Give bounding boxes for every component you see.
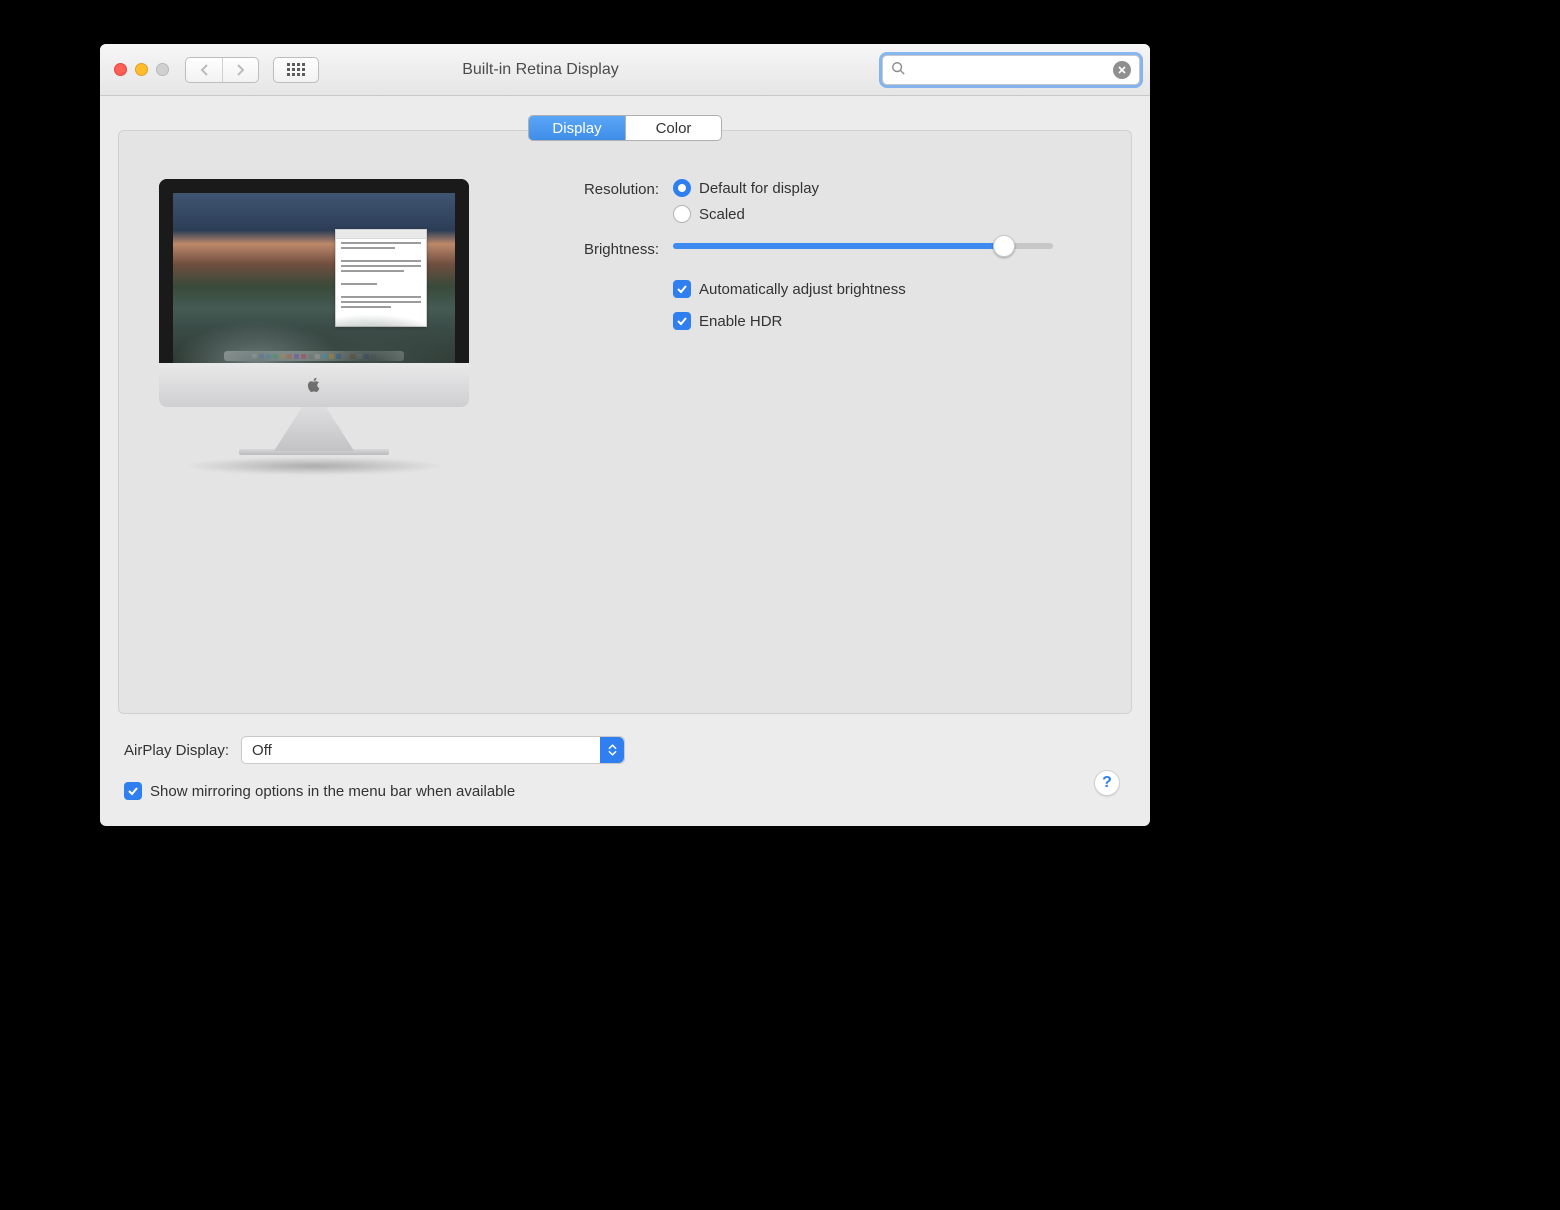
preview-textedit-window <box>335 229 427 327</box>
auto-brightness-checkbox[interactable]: Automatically adjust brightness <box>673 280 1101 298</box>
enable-hdr-label: Enable HDR <box>699 313 782 330</box>
help-button[interactable]: ? <box>1094 770 1120 796</box>
apple-icon <box>306 377 322 393</box>
airplay-select[interactable]: Off <box>241 736 625 764</box>
preview-chin <box>159 363 469 407</box>
titlebar: Built-in Retina Display <box>100 44 1150 96</box>
checkbox-checked-icon <box>673 312 691 330</box>
brightness-label: Brightness: <box>539 239 659 258</box>
footer: AirPlay Display: Off Show mirroring opti… <box>118 736 1132 800</box>
radio-dot-icon <box>673 205 691 223</box>
checkbox-checked-icon <box>673 280 691 298</box>
resolution-radios: Default for display Scaled <box>673 179 1101 223</box>
window-controls <box>114 63 169 76</box>
checkbox-checked-icon <box>124 782 142 800</box>
airplay-label: AirPlay Display: <box>124 742 229 759</box>
airplay-value: Off <box>252 742 272 759</box>
preferences-window: Built-in Retina Display Display Color <box>100 44 1150 826</box>
search-input[interactable] <box>911 62 1113 77</box>
tab-color[interactable]: Color <box>625 116 721 140</box>
mirroring-checkbox[interactable]: Show mirroring options in the menu bar w… <box>124 782 1126 800</box>
panel-content: Resolution: Default for display Scaled B… <box>119 131 1131 505</box>
window-body: Display Color <box>100 96 1150 826</box>
radio-dot-icon <box>673 179 691 197</box>
resolution-scaled-radio[interactable]: Scaled <box>673 205 1101 223</box>
auto-brightness-label: Automatically adjust brightness <box>699 281 906 298</box>
slider-thumb[interactable] <box>993 235 1015 257</box>
airplay-row: AirPlay Display: Off <box>124 736 1126 764</box>
display-preview <box>159 179 469 475</box>
tab-control: Display Color <box>528 115 722 141</box>
window-title: Built-in Retina Display <box>207 61 874 79</box>
clear-search-button[interactable] <box>1113 61 1131 79</box>
brightness-slider-row <box>673 239 1101 258</box>
search-icon <box>891 61 905 78</box>
tab-display[interactable]: Display <box>529 116 625 140</box>
search-field[interactable] <box>882 55 1140 85</box>
close-window-button[interactable] <box>114 63 127 76</box>
settings-panel: Display Color <box>118 130 1132 714</box>
resolution-default-radio[interactable]: Default for display <box>673 179 1101 197</box>
resolution-default-label: Default for display <box>699 180 819 197</box>
brightness-slider[interactable] <box>673 243 1053 249</box>
resolution-scaled-label: Scaled <box>699 206 745 223</box>
minimize-window-button[interactable] <box>135 63 148 76</box>
enable-hdr-checkbox[interactable]: Enable HDR <box>673 312 1101 330</box>
select-arrows-icon <box>600 737 624 763</box>
settings-column: Resolution: Default for display Scaled B… <box>539 179 1101 475</box>
zoom-window-button <box>156 63 169 76</box>
mirroring-label: Show mirroring options in the menu bar w… <box>150 783 515 800</box>
resolution-label: Resolution: <box>539 179 659 223</box>
preview-dock <box>224 351 404 361</box>
